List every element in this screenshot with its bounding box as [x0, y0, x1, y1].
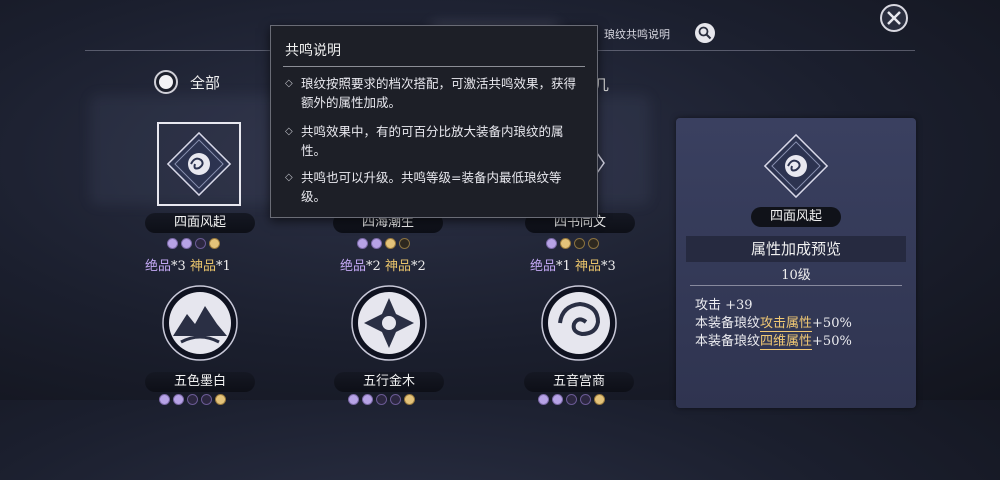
diamond-bullet-icon: ◇ [285, 78, 293, 89]
tooltip-item: ◇ 琅纹按照要求的档次搭配，可激活共鸣效果，获得额外的属性加成。 [285, 76, 577, 110]
search-icon[interactable] [695, 23, 715, 43]
resonance-tooltip: 共鸣说明 ◇ 琅纹按照要求的档次搭配，可激活共鸣效果，获得额外的属性加成。 ◇ … [270, 25, 598, 218]
tier-counts: 绝品*1 神品*3 [530, 259, 616, 274]
tooltip-title: 共鸣说明 [285, 43, 341, 59]
preview-title: 属性加成预览 [686, 236, 906, 262]
resonance-card-ink[interactable]: 五色墨白 [115, 280, 285, 480]
diamond-bullet-icon: ◇ [285, 126, 293, 137]
filter-all[interactable]: 全部 [154, 70, 220, 94]
card-name: 五行金木 [334, 372, 444, 392]
music-emblem-icon [541, 285, 617, 361]
tier-dots [167, 238, 220, 249]
metal-wood-emblem-icon [351, 285, 427, 361]
filter-all-label: 全部 [190, 73, 221, 92]
radio-icon[interactable] [154, 70, 178, 94]
close-icon [887, 11, 901, 25]
diamond-bullet-icon: ◇ [285, 172, 293, 183]
wind-emblem-icon [166, 131, 232, 197]
resonance-card-music[interactable]: 五音宫商 [495, 280, 665, 480]
tooltip-item: ◇ 共鸣效果中，有的可百分比放大装备内琅纹的属性。 [285, 124, 564, 158]
tier-counts: 绝品*2 神品*2 [340, 259, 426, 274]
tier-counts: 绝品*3 神品*1 [145, 259, 231, 274]
tier-dots [546, 238, 599, 249]
resonance-level: 10级 [781, 268, 811, 283]
tooltip-item: ◇ 共鸣也可以升级。共鸣等级=装备内最低琅纹等级。 [285, 170, 562, 204]
stat-line: 攻击 +39 [695, 298, 753, 313]
panel-resonance-name: 四面风起 [751, 207, 841, 227]
resonance-explain-link[interactable]: 琅纹共鸣说明 [604, 26, 670, 42]
wind-emblem-icon [763, 133, 829, 199]
resonance-card-metal-wood[interactable]: 五行金木 [305, 280, 475, 480]
close-button[interactable] [880, 4, 908, 32]
card-name: 四面风起 [145, 213, 255, 233]
panel-divider [690, 285, 902, 286]
card-name: 五音宫商 [524, 372, 634, 392]
tier-dots [357, 238, 410, 249]
tooltip-divider [283, 66, 585, 67]
stat-line: 本装备琅纹四维属性+50% [695, 334, 852, 350]
resonance-detail-panel: 四面风起 属性加成预览 10级 攻击 +39 本装备琅纹攻击属性+50% 本装备… [676, 118, 916, 408]
stat-line: 本装备琅纹攻击属性+50% [695, 316, 852, 332]
card-name: 五色墨白 [145, 372, 255, 392]
ink-mountain-emblem-icon [162, 285, 238, 361]
